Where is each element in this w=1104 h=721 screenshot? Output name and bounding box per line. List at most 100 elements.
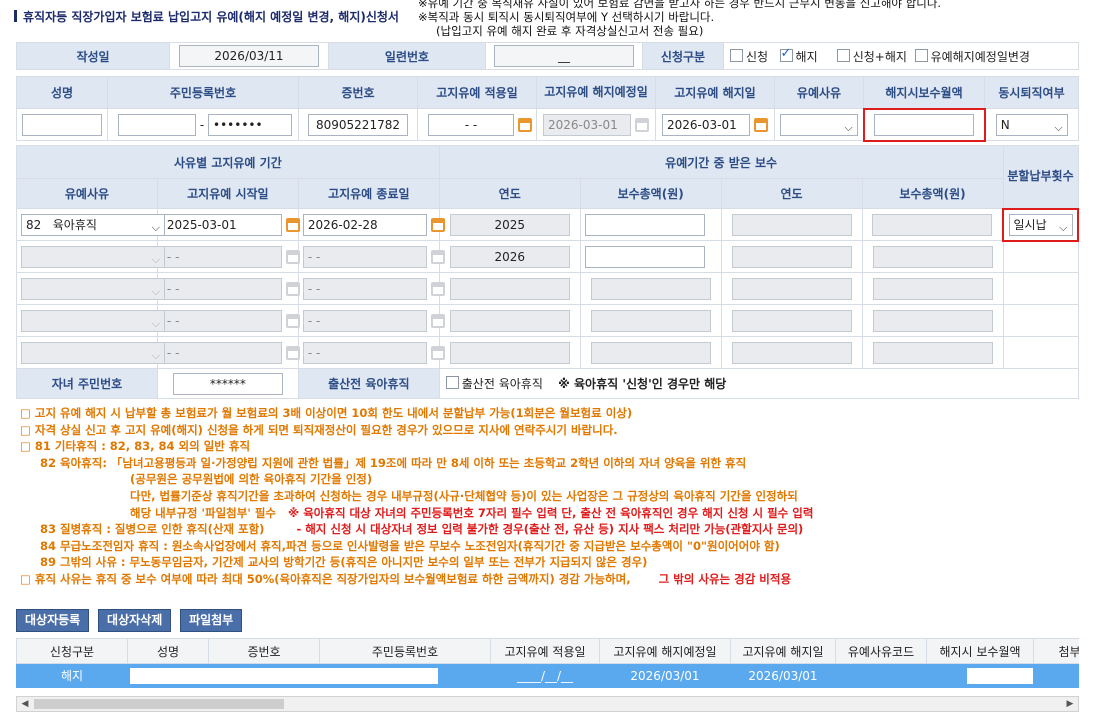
checkbox-icon[interactable]: [836, 48, 850, 62]
rrn-dash: -: [199, 117, 205, 132]
chevron-down-icon: ⌵: [844, 120, 853, 134]
period-start-input[interactable]: 2025-03-01: [161, 213, 282, 236]
grid-col-rrn: 주민등록번호: [319, 638, 491, 664]
opt-cancel-label: 해지: [795, 49, 818, 64]
header-notes: ※유예 기간 중 복직재유 사실이 있어 보험료 감면을 받고자 하는 경우 반…: [418, 0, 941, 38]
reason-select[interactable]: ⌵: [779, 113, 858, 136]
scrollbar-thumb[interactable]: [34, 699, 284, 709]
period-start-input: - -: [161, 341, 282, 364]
prenatal-note: ※ 육아휴직 '신청'인 경우만 해당: [558, 377, 727, 391]
calendar-icon: [430, 313, 445, 328]
total-col-header: 보수총액(원): [579, 178, 722, 209]
total-input[interactable]: [584, 213, 705, 236]
grid-cell-cancel: 2026/03/01: [730, 663, 836, 688]
checkbox-icon[interactable]: [914, 48, 928, 62]
calendar-icon: [430, 249, 445, 264]
title-bar-icon: [14, 10, 17, 22]
date-field[interactable]: 2026/03/11: [179, 45, 319, 67]
year-field-2: [731, 277, 852, 300]
register-button[interactable]: 대상자등록: [16, 609, 90, 632]
period-end-input[interactable]: 2026-02-28: [302, 213, 427, 236]
rrn-back-input[interactable]: •••••••: [208, 113, 292, 136]
chevron-down-icon: ⌵: [151, 316, 160, 330]
calendar-icon[interactable]: [753, 117, 768, 132]
period-section-title: 사유별 고지유예 기간: [16, 145, 440, 179]
grid-col-cert: 증번호: [208, 638, 320, 664]
sim-retire-header: 동시퇴직여부: [984, 76, 1079, 109]
calendar-icon[interactable]: [285, 217, 300, 232]
apply-date-input[interactable]: - -: [428, 113, 514, 136]
grid-col-cancel: 고지유예 해지일: [730, 638, 836, 664]
note-8: 83 질병휴직 : 질병으로 인한 휴직(산재 포함) - 해지 신청 시 대상…: [20, 521, 813, 538]
checkbox-icon[interactable]: [730, 48, 743, 62]
wage-header: 해지시보수월액: [863, 76, 985, 109]
total-input[interactable]: [584, 245, 705, 268]
period-start-input: - -: [161, 245, 282, 268]
checkbox-checked-icon[interactable]: [779, 46, 793, 62]
calendar-icon: [285, 281, 300, 296]
grid-cell-reason: [835, 663, 927, 688]
opt-apply[interactable]: 신청: [730, 48, 769, 64]
button-bar: 대상자등록 대상자삭제 파일첨부: [16, 609, 247, 632]
chevron-down-icon: ⌵: [1054, 120, 1063, 134]
sim-retire-value: N: [1000, 117, 1010, 132]
year-field: [449, 341, 570, 364]
note-6: 다만, 법률기준상 휴직기간을 초과하여 신청하는 경우 내부규정(사규·단체협…: [130, 488, 798, 503]
grid-col-reason: 유예사유코드: [835, 638, 927, 664]
table-row[interactable]: 해지 ____/__/__ 2026/03/01 2026/03/01: [16, 663, 1079, 688]
note-11: □ 휴직 사유는 휴직 중 보수 여부에 따라 최대 50%(육아휴직은 직장가…: [20, 571, 813, 588]
calendar-icon: [634, 117, 649, 132]
install-empty-cell: [1002, 240, 1079, 273]
cert-input[interactable]: 80905221782: [308, 113, 408, 136]
header-note-2: ※복직과 동시 퇴직시 동시퇴직여부에 Y 선택하시기 바랍니다.: [418, 10, 715, 24]
opt-apply-cancel-label: 신청+해지: [852, 49, 907, 64]
prenatal-check-label: 출산전 육아휴직: [461, 377, 543, 391]
cancel-sched-header: 고지유예 해지예정일: [536, 76, 656, 109]
sim-retire-select[interactable]: N ⌵: [995, 113, 1068, 136]
end-col-header: 고지유예 종료일: [297, 178, 440, 209]
year-field-2: [731, 245, 852, 268]
grid-cell-type: 해지: [16, 663, 128, 688]
rrn-front-input[interactable]: [118, 113, 196, 136]
period-reason-select[interactable]: 82 육아휴직 ⌵: [21, 213, 165, 236]
reason-header: 유예사유: [774, 76, 864, 109]
horizontal-scrollbar[interactable]: ◀ ▶: [16, 696, 1079, 712]
grid-cell-attach: [1033, 663, 1079, 688]
delete-button[interactable]: 대상자삭제: [98, 609, 172, 632]
total-field-2: [872, 245, 993, 268]
result-grid: 신청구분 성명 증번호 주민등록번호 고지유예 적용일 고지유예 해지예정일 고…: [16, 638, 1079, 688]
wage-input[interactable]: [874, 113, 974, 136]
note-1: □ 고지 유예 해지 시 납부할 총 보험료가 월 보험료의 3배 이상이면 1…: [20, 406, 633, 420]
scroll-right-icon[interactable]: ▶: [1062, 697, 1078, 711]
cert-header: 증번호: [298, 76, 418, 109]
calendar-icon: [430, 345, 445, 360]
calendar-icon[interactable]: [517, 117, 532, 132]
serial-field[interactable]: __: [494, 45, 634, 67]
checkbox-icon[interactable]: [445, 376, 459, 389]
grid-col-type: 신청구분: [16, 638, 128, 664]
note-9: 84 무급노조전임자 휴직 : 원소속사업장에서 휴직,파견 등으로 인사발령을…: [40, 538, 780, 553]
opt-change-date[interactable]: 유예해지예정일변경: [914, 48, 1030, 64]
reason-code: 82: [26, 217, 42, 232]
note-8-red: - 해지 신청 시 대상자녀 정보 입력 불가한 경우(출산 전, 유산 등) …: [296, 522, 804, 537]
name-input[interactable]: [22, 113, 102, 136]
chevron-down-icon: ⌵: [151, 348, 160, 362]
attach-button[interactable]: 파일첨부: [180, 609, 243, 632]
opt-apply-cancel[interactable]: 신청+해지: [836, 48, 907, 64]
year-col-header: 연도: [438, 178, 581, 209]
scroll-left-icon[interactable]: ◀: [17, 697, 33, 711]
install-empty-cell: [1002, 272, 1079, 305]
grid-col-attach: 첨부: [1033, 638, 1079, 664]
chevron-down-icon: ⌵: [151, 284, 160, 298]
calendar-icon[interactable]: [430, 217, 445, 232]
cancel-date-input[interactable]: 2026-03-01: [662, 113, 750, 136]
opt-apply-label: 신청: [746, 49, 769, 64]
opt-cancel[interactable]: 해지: [779, 46, 818, 64]
note-5: (공무원은 공무원법에 의한 육아휴직 기간을 인정): [130, 472, 373, 487]
grid-cell-masked: [127, 663, 491, 688]
reason-col-header: 유예사유: [16, 178, 158, 209]
total-field-2: [872, 309, 993, 332]
install-select[interactable]: 일시납 ⌵: [1008, 213, 1073, 236]
note-11-text: □ 휴직 사유는 휴직 중 보수 여부에 따라 최대 50%(육아휴직은 직장가…: [20, 571, 631, 586]
child-rrn-input[interactable]: ******: [172, 372, 283, 395]
